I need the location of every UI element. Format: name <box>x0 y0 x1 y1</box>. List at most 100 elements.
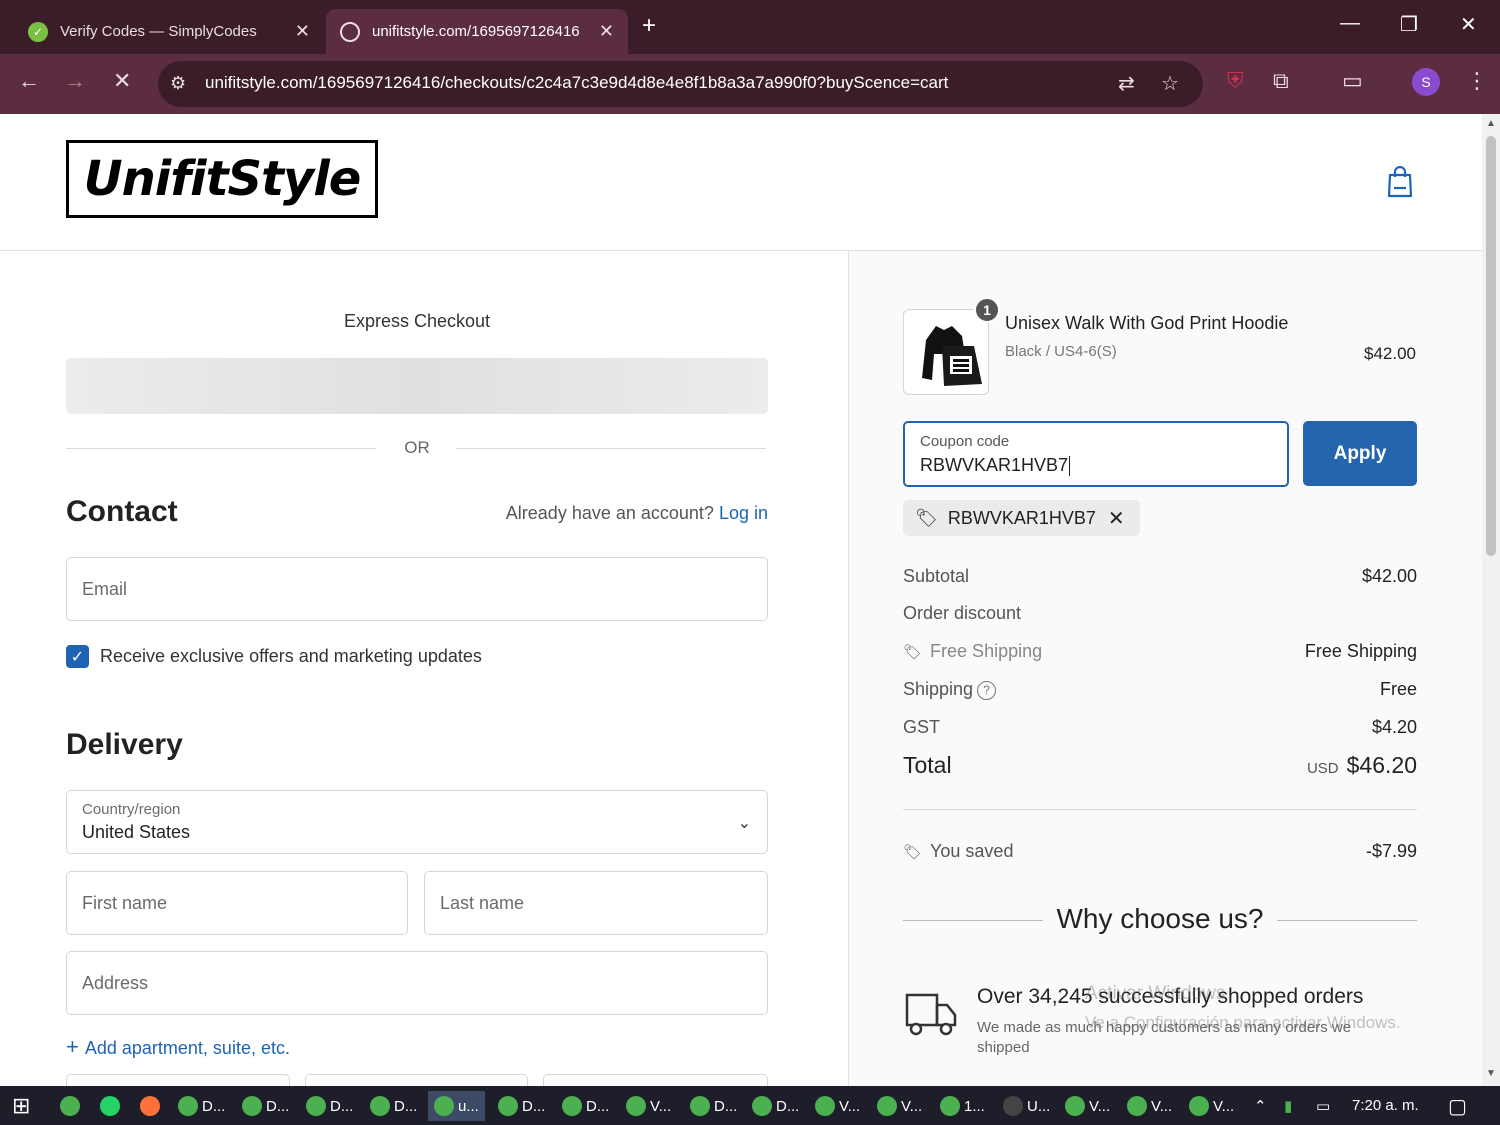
taskbar-window-3[interactable]: D... <box>306 1091 353 1121</box>
simplycodes-favicon-icon: ✓ <box>28 21 48 42</box>
extensions-puzzle-icon[interactable]: ⧉ <box>1273 68 1289 94</box>
marketing-checkbox[interactable]: ✓ <box>66 645 89 668</box>
help-icon[interactable]: ? <box>977 680 997 700</box>
tag-icon: 🏷 <box>915 507 938 528</box>
taskbar-window-14[interactable]: U... <box>1003 1091 1050 1121</box>
delivery-truck-icon <box>905 993 957 1036</box>
product-thumbnail <box>903 309 989 395</box>
marketing-checkbox-label: Receive exclusive offers and marketing u… <box>100 646 482 666</box>
firefox-pinned-icon[interactable] <box>140 1091 164 1121</box>
network-icon[interactable]: ▭ <box>1316 1091 1330 1121</box>
ublock-extension-icon[interactable]: ⛨ <box>1227 68 1244 94</box>
hoodie-image <box>922 326 982 386</box>
order-discount-row: Order discount <box>903 603 1022 623</box>
state-field[interactable] <box>305 1074 528 1086</box>
remove-coupon-icon[interactable]: ✕ <box>1108 506 1125 531</box>
tab-search-icon[interactable]: ▭ <box>1342 68 1363 94</box>
taskbar-window-12[interactable]: V... <box>877 1091 922 1121</box>
applied-coupon-chip: 🏷 RBWVKAR1HVB7 ✕ <box>903 500 1140 536</box>
plus-icon: + <box>66 1034 79 1059</box>
first-name-field[interactable]: First name <box>66 871 408 935</box>
login-link[interactable]: Log in <box>719 503 768 523</box>
why-choose-us-heading: Why choose us? <box>903 903 1417 939</box>
quantity-badge: 1 <box>974 297 1000 323</box>
tag-icon: 🏷 <box>903 844 923 861</box>
page-scrollbar[interactable]: ▲ ▼ <box>1482 114 1500 1086</box>
checkout-page: UnifitStyle Express Checkout OR Contact … <box>0 114 1482 1086</box>
store-logo[interactable]: UnifitStyle <box>66 140 378 218</box>
start-windows-icon[interactable]: ⊞ <box>12 1091 30 1121</box>
taskbar-window-16[interactable]: V... <box>1127 1091 1172 1121</box>
notifications-icon[interactable]: ▢ <box>1448 1091 1467 1121</box>
chevron-down-icon: ⌄ <box>737 815 751 832</box>
product-variant: Black / US4-6(S) <box>1005 343 1117 360</box>
email-field[interactable]: Email <box>66 557 768 621</box>
total-row: Total USD $46.20 <box>903 752 1417 778</box>
taskbar-window-4[interactable]: D... <box>370 1091 417 1121</box>
translate-icon[interactable]: ⇄ <box>1118 71 1135 96</box>
taskbar-window-2[interactable]: D... <box>242 1091 289 1121</box>
city-field[interactable] <box>66 1074 290 1086</box>
subtotal-row: Subtotal $42.00 <box>903 566 1417 586</box>
express-checkout-label: Express Checkout <box>343 311 491 331</box>
browser-menu-icon[interactable]: ⋮ <box>1466 68 1488 94</box>
battery-icon[interactable]: ▮ <box>1284 1091 1292 1121</box>
tray-chevron-up-icon[interactable]: ⌃ <box>1254 1091 1267 1121</box>
restore-icon[interactable]: ❐ <box>1400 12 1418 37</box>
system-clock[interactable]: 7:20 a. m. <box>1352 1097 1419 1114</box>
shipping-row: Shipping? Free <box>903 679 1417 700</box>
windows-taskbar: ⊞ D... D... D... D... u... D... D... V..… <box>0 1086 1500 1125</box>
delivery-heading: Delivery <box>66 728 183 761</box>
taskbar-window-6[interactable]: D... <box>498 1091 545 1121</box>
address-bar[interactable]: ⚙ unifitstyle.com/1695697126416/checkout… <box>158 61 1203 107</box>
forward-icon[interactable]: → <box>64 68 86 94</box>
taskbar-window-8[interactable]: V... <box>626 1091 671 1121</box>
add-apartment-link[interactable]: + Add apartment, suite, etc. <box>66 1034 290 1060</box>
or-divider: OR <box>66 438 768 460</box>
stop-loading-icon[interactable]: ✕ <box>113 68 131 94</box>
country-select[interactable]: Country/region United States ⌄ <box>66 790 768 854</box>
taskbar-window-11[interactable]: V... <box>815 1091 860 1121</box>
taskbar-window-17[interactable]: V... <box>1189 1091 1234 1121</box>
express-checkout-buttons[interactable] <box>66 358 768 414</box>
close-window-icon[interactable]: ✕ <box>1460 12 1477 37</box>
taskbar-window-5[interactable]: u... <box>428 1091 485 1121</box>
new-tab-button[interactable]: + <box>642 12 656 40</box>
windows-activation-watermark: Activar Windows <box>1085 983 1226 1004</box>
url-text[interactable]: unifitstyle.com/1695697126416/checkouts/… <box>205 73 948 93</box>
apply-coupon-button[interactable]: Apply <box>1303 421 1417 486</box>
shopping-bag-icon[interactable] <box>1386 166 1414 198</box>
scrollbar-thumb[interactable] <box>1486 136 1496 556</box>
chrome-pinned-icon[interactable] <box>60 1091 84 1121</box>
product-name: Unisex Walk With God Print Hoodie <box>1005 313 1289 333</box>
close-tab-icon[interactable]: ✕ <box>599 21 614 42</box>
address-field[interactable]: Address <box>66 951 768 1015</box>
close-tab-icon[interactable]: ✕ <box>295 21 310 42</box>
login-prompt: Already have an account? Log in <box>505 503 768 523</box>
tab-unifitstyle[interactable]: unifitstyle.com/1695697126416 ✕ <box>326 9 628 54</box>
contact-heading: Contact <box>66 495 178 528</box>
order-summary: 1 Unisex Walk With God Print Hoodie Blac… <box>848 251 1482 1086</box>
whatsapp-pinned-icon[interactable] <box>100 1091 124 1121</box>
taskbar-window-9[interactable]: D... <box>690 1091 737 1121</box>
site-info-icon[interactable]: ⚙ <box>170 73 186 94</box>
last-name-field[interactable]: Last name <box>424 871 768 935</box>
taskbar-window-7[interactable]: D... <box>562 1091 609 1121</box>
taskbar-window-15[interactable]: V... <box>1065 1091 1110 1121</box>
bookmark-star-icon[interactable]: ☆ <box>1161 71 1179 96</box>
taskbar-window-13[interactable]: 1... <box>940 1091 985 1121</box>
loading-favicon-icon <box>340 21 360 42</box>
taskbar-window-1[interactable]: D... <box>178 1091 225 1121</box>
zip-field[interactable] <box>543 1074 768 1086</box>
tab-title: Verify Codes — SimplyCodes <box>60 23 257 40</box>
minimize-icon[interactable]: — <box>1340 12 1360 35</box>
taskbar-window-10[interactable]: D... <box>752 1091 799 1121</box>
tab-simplycodes[interactable]: ✓ Verify Codes — SimplyCodes ✕ <box>14 9 324 54</box>
summary-divider <box>903 809 1417 810</box>
back-icon[interactable]: ← <box>18 68 40 94</box>
gst-row: GST $4.20 <box>903 717 1417 737</box>
you-saved-row: 🏷 You saved -$7.99 <box>903 841 1417 861</box>
coupon-code-input[interactable]: Coupon code RBWVKAR1HVB7 <box>903 421 1289 487</box>
tab-title: unifitstyle.com/1695697126416 <box>372 23 580 40</box>
profile-avatar[interactable]: S <box>1412 68 1440 96</box>
